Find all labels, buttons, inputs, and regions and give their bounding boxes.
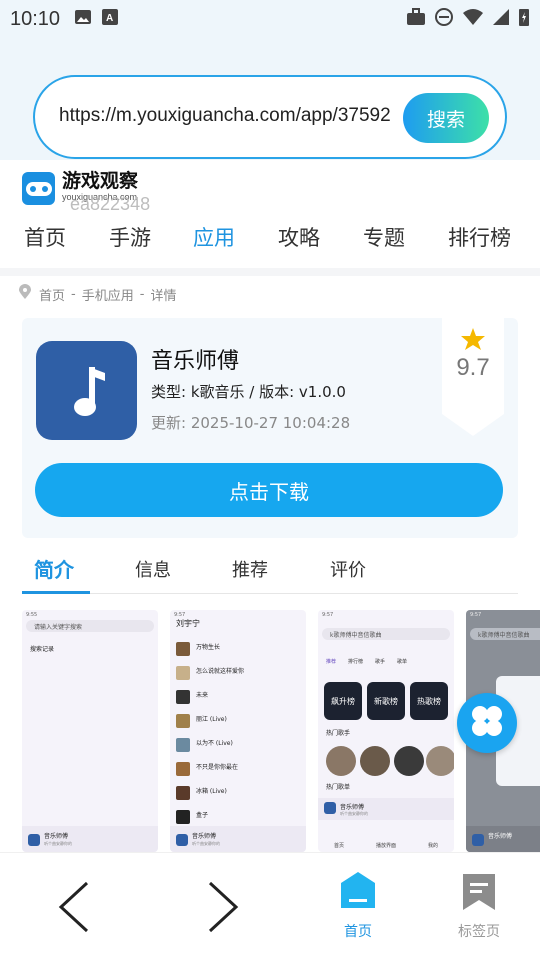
app-update-time: 更新: 2025-10-27 10:04:28 <box>151 414 351 432</box>
breadcrumb-apps[interactable]: 手机应用 <box>82 285 134 304</box>
app-name: 音乐师傅 <box>151 349 240 374</box>
screenshot-player-sub: 听个曲安静你的 <box>340 811 368 816</box>
screenshot-player-sub: 听个曲安静你的 <box>44 841 72 846</box>
text-icon: A <box>102 9 119 29</box>
clover-icon <box>470 704 504 742</box>
screenshot[interactable]: 9:57 k歌师傅中音信歌曲 推荐 排行榜 歌手 歌单 飙升榜 新歌榜 热歌榜 … <box>318 610 454 852</box>
nav-item-rankings[interactable]: 排行榜 <box>448 222 511 252</box>
tab-recommend[interactable]: 推荐 <box>232 556 268 582</box>
tab-info[interactable]: 信息 <box>135 556 171 582</box>
address-bar[interactable]: https://m.youxiguancha.com/app/37592 搜索 <box>33 75 507 159</box>
screenshot-search-bar: k歌师傅中音信歌曲 <box>322 628 450 640</box>
star-icon <box>460 327 486 355</box>
screenshot-player-title: 音乐师傅 <box>340 804 365 811</box>
bookmarks-label[interactable]: 标签页 <box>458 921 500 941</box>
briefcase-icon <box>406 8 426 30</box>
screenshot-row: 未来 <box>196 692 209 699</box>
floating-menu-button[interactable] <box>457 693 517 753</box>
location-icon <box>18 284 32 304</box>
nav-item-guides[interactable]: 攻略 <box>278 222 320 252</box>
screenshot-chart-tile: 新歌榜 <box>367 682 405 720</box>
signal-icon <box>492 8 510 30</box>
screenshot-tab: 歌手 <box>375 659 386 665</box>
divider <box>0 268 540 276</box>
screenshot-chart-tile: 飙升榜 <box>324 682 362 720</box>
screenshot-chart-tile: 热歌榜 <box>410 682 448 720</box>
screenshot-player-sub: 听个曲安静你的 <box>192 841 220 846</box>
wifi-icon <box>462 8 484 30</box>
gamepad-icon <box>22 172 55 205</box>
screenshot-section: 搜索记录 <box>30 646 55 653</box>
app-meta: 类型: k歌音乐 / 版本: v1.0.0 <box>151 383 346 401</box>
search-button[interactable]: 搜索 <box>403 93 489 143</box>
nav-item-topics[interactable]: 专题 <box>363 222 405 252</box>
screenshot-tab: 歌单 <box>397 659 408 665</box>
screenshot[interactable]: 9:57 刘宇宁 万物生长 怎么说就这样爱你 未来 丽江 (Live) 以为不 … <box>170 610 306 852</box>
screenshot-nav: 我的 <box>427 843 438 849</box>
screenshot-tab: 排行榜 <box>348 659 364 665</box>
app-card: 音乐师傅 类型: k歌音乐 / 版本: v1.0.0 更新: 2025-10-2… <box>22 318 518 538</box>
forward-icon[interactable] <box>207 881 239 937</box>
bookmark-icon[interactable] <box>462 873 496 915</box>
nav-item-apps[interactable]: 应用 <box>193 222 235 252</box>
detail-tabs: 简介 信息 推荐 评价 <box>22 548 518 594</box>
screenshot-player: 音乐师傅 听个曲安静你的 <box>170 826 306 852</box>
screenshot-section: 热门歌手 <box>326 730 351 737</box>
tab-indicator <box>22 591 90 594</box>
breadcrumb-detail: 详情 <box>150 288 177 304</box>
screenshot-row: 丽江 (Live) <box>196 716 227 723</box>
screenshot-row: 冰箱 (Live) <box>196 788 227 795</box>
screenshot[interactable]: 9:55 请输入关键字搜索 搜索记录 音乐师傅 听个曲安静你的 <box>22 610 158 852</box>
dnd-icon <box>434 7 454 31</box>
screenshot-player: 音乐师傅 听个曲安静你的 <box>22 826 158 852</box>
screenshot-title: 刘宇宁 <box>176 619 200 628</box>
screenshot-nav: 首页 <box>333 843 344 849</box>
home-label[interactable]: 首页 <box>344 921 372 941</box>
rating-badge: 9.7 <box>442 318 504 436</box>
back-icon[interactable] <box>58 881 90 937</box>
nav-item-home[interactable]: 首页 <box>24 222 66 252</box>
screenshot-search-bar: k歌师傅中音信歌曲 <box>470 628 540 640</box>
screenshot-section: 热门歌单 <box>326 784 351 791</box>
nav-item-mobile-games[interactable]: 手游 <box>109 222 151 252</box>
screenshot-player-title: 音乐师傅 <box>192 833 217 840</box>
rating-score: 9.7 <box>456 354 490 381</box>
home-icon[interactable] <box>340 871 376 913</box>
screenshot-row: 怎么说就这样爱你 <box>196 668 245 675</box>
tab-reviews[interactable]: 评价 <box>330 556 366 582</box>
screenshot-player-title: 音乐师傅 <box>44 833 69 840</box>
site-name: 游戏观察 <box>62 170 139 192</box>
status-bar: 10:10 A <box>10 6 530 32</box>
screenshot-nav: 播放界面 <box>375 843 396 849</box>
status-time: 10:10 <box>10 7 61 30</box>
screenshot-row: 以为不 (Live) <box>196 740 233 747</box>
breadcrumb-home[interactable]: 首页 <box>39 285 65 304</box>
browser-header: 10:10 A https://m.youxiguancha.com/app/3… <box>0 0 540 160</box>
watermark: ea822348 <box>70 194 151 214</box>
image-icon <box>74 9 92 29</box>
music-note-icon <box>36 341 137 440</box>
main-nav: 首页 手游 应用 攻略 专题 排行榜 <box>0 222 540 266</box>
battery-icon <box>518 7 530 31</box>
screenshot-search-bar: 请输入关键字搜索 <box>26 620 154 632</box>
screenshot-tab: 推荐 <box>326 659 337 665</box>
screenshot-row: 万物生长 <box>196 644 221 651</box>
tab-intro[interactable]: 简介 <box>34 554 74 583</box>
bottom-navigation: 首页 标签页 <box>0 852 540 960</box>
breadcrumb: 首页 - 手机应用 - 详情 <box>18 284 176 304</box>
screenshot-row: 盒子 <box>196 812 209 819</box>
download-button[interactable]: 点击下载 <box>35 463 503 517</box>
url-text[interactable]: https://m.youxiguancha.com/app/37592 <box>59 105 391 127</box>
screenshot-row: 不只是你你最在 <box>196 764 239 771</box>
svg-text:A: A <box>106 13 113 24</box>
screenshot-player-title: 音乐师傅 <box>488 833 513 840</box>
